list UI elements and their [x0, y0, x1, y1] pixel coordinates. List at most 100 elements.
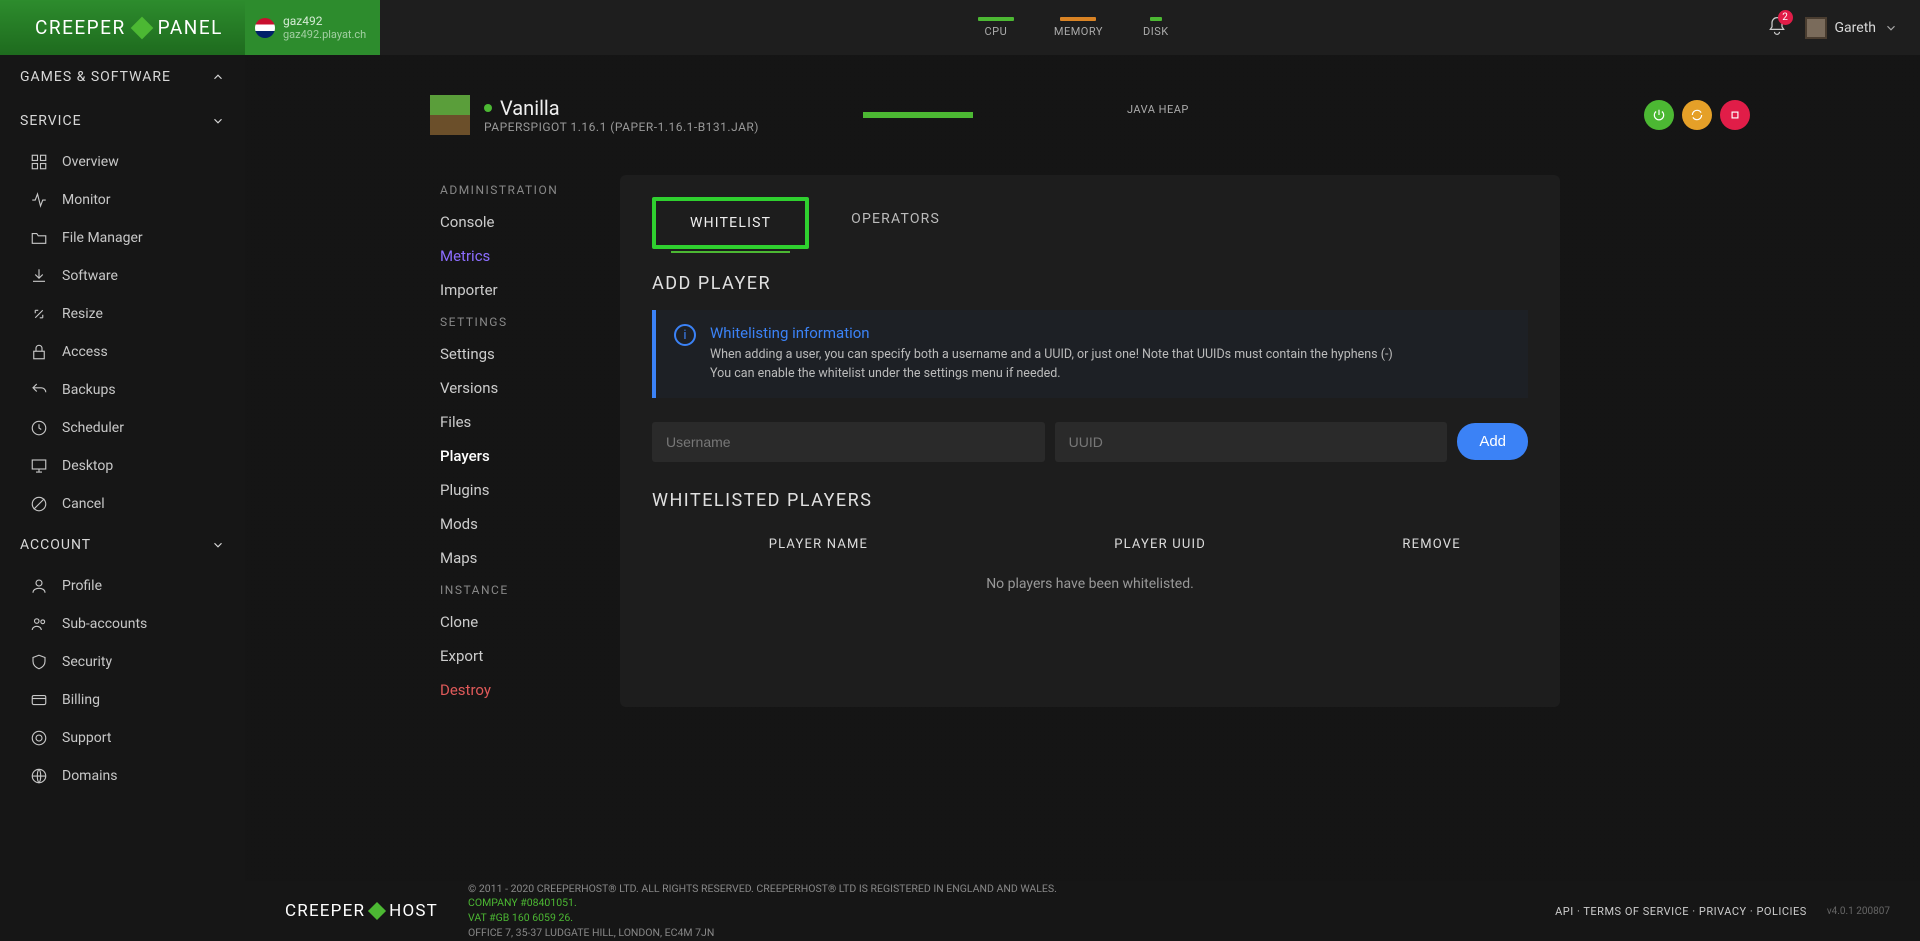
user-menu[interactable]: Gareth — [1805, 17, 1898, 39]
server-stop-button[interactable] — [1720, 100, 1750, 130]
sidebar-section-service[interactable]: SERVICE — [0, 99, 245, 143]
server-header: Vanilla PAPERSPIGOT 1.16.1 (PAPER-1.16.1… — [430, 95, 1920, 135]
footer-logo[interactable]: CREEPER HOST — [285, 901, 438, 921]
logo-left: CREEPER — [35, 16, 126, 39]
submenu-item-export[interactable]: Export — [430, 639, 610, 673]
sidebar-item-billing[interactable]: Billing — [0, 681, 245, 719]
shield-icon — [30, 653, 48, 671]
top-metrics: CPU MEMORY DISK — [380, 0, 1767, 55]
whitelist-info-box: i Whitelisting information When adding a… — [652, 310, 1528, 398]
sidebar-item-software[interactable]: Software — [0, 257, 245, 295]
server-start-button[interactable] — [1644, 100, 1674, 130]
info-line1: When adding a user, you can specify both… — [710, 346, 1393, 365]
avatar-icon — [1805, 17, 1827, 39]
slash-icon — [30, 495, 48, 513]
sidebar-item-filemanager[interactable]: File Manager — [0, 219, 245, 257]
sidebar-item-cancel[interactable]: Cancel — [0, 485, 245, 523]
status-dot-icon — [484, 104, 492, 112]
sidebar-item-subaccounts[interactable]: Sub-accounts — [0, 605, 245, 643]
sidebar-item-domains[interactable]: Domains — [0, 757, 245, 795]
logo-right: PANEL — [158, 16, 223, 39]
submenu-item-clone[interactable]: Clone — [430, 605, 610, 639]
submenu-item-console[interactable]: Console — [430, 205, 610, 239]
user-icon — [30, 577, 48, 595]
activity-icon — [30, 191, 48, 209]
tabs: WHITELIST OPERATORS — [652, 197, 1528, 249]
sidebar-item-desktop[interactable]: Desktop — [0, 447, 245, 485]
topbar: CREEPER PANEL gaz492 gaz492.playat.ch CP… — [0, 0, 1920, 55]
chevron-down-icon — [211, 114, 225, 128]
submenu-item-maps[interactable]: Maps — [430, 541, 610, 575]
add-player-row: Add — [652, 422, 1528, 462]
footer-link-privacy[interactable]: PRIVACY — [1699, 905, 1747, 918]
sidebar-section-account[interactable]: ACCOUNT — [0, 523, 245, 567]
folder-icon — [30, 229, 48, 247]
server-badge-name: gaz492 — [283, 14, 366, 28]
footer-link-api[interactable]: API — [1555, 905, 1574, 918]
footer-link-policies[interactable]: POLICIES — [1756, 905, 1806, 918]
topbar-right: 2 Gareth — [1767, 0, 1920, 55]
clock-icon — [30, 419, 48, 437]
sidebar-item-profile[interactable]: Profile — [0, 567, 245, 605]
chevron-down-icon — [211, 538, 225, 552]
lock-icon — [30, 343, 48, 361]
sidebar-item-scheduler[interactable]: Scheduler — [0, 409, 245, 447]
sidebar-item-monitor[interactable]: Monitor — [0, 181, 245, 219]
tab-operators[interactable]: OPERATORS — [817, 197, 974, 249]
footer-link-tos[interactable]: TERMS OF SERVICE — [1583, 905, 1689, 918]
submenu-item-files[interactable]: Files — [430, 405, 610, 439]
add-button[interactable]: Add — [1457, 423, 1528, 460]
submenu-item-settings[interactable]: Settings — [430, 337, 610, 371]
uuid-input[interactable] — [1055, 422, 1448, 462]
chevron-down-icon — [1884, 21, 1898, 35]
submenu-item-plugins[interactable]: Plugins — [430, 473, 610, 507]
memory-bar — [1060, 17, 1096, 21]
footer-links: API · TERMS OF SERVICE · PRIVACY · POLIC… — [1555, 905, 1807, 918]
main: Vanilla PAPERSPIGOT 1.16.1 (PAPER-1.16.1… — [245, 55, 1920, 941]
info-line2: You can enable the whitelist under the s… — [710, 365, 1393, 384]
server-badge[interactable]: gaz492 gaz492.playat.ch — [245, 0, 380, 55]
submenu-item-players[interactable]: Players — [430, 439, 610, 473]
metric-disk[interactable]: DISK — [1143, 17, 1169, 38]
th-player-uuid: PLAYER UUID — [985, 537, 1335, 552]
info-icon: i — [674, 324, 696, 346]
whitelist-table-headers: PLAYER NAME PLAYER UUID REMOVE — [652, 527, 1528, 562]
sidebar-item-resize[interactable]: Resize — [0, 295, 245, 333]
sidebar-item-security[interactable]: Security — [0, 643, 245, 681]
info-title: Whitelisting information — [710, 324, 1393, 342]
java-heap-block — [863, 112, 973, 118]
sidebar: GAMES & SOFTWARE SERVICE Overview Monito… — [0, 55, 245, 941]
power-icon — [1652, 108, 1666, 122]
tab-whitelist[interactable]: WHITELIST — [652, 197, 809, 249]
download-icon — [30, 267, 48, 285]
heap-bar — [863, 112, 973, 118]
cpu-bar — [978, 17, 1014, 21]
metric-memory[interactable]: MEMORY — [1054, 17, 1103, 38]
submenu: ADMINISTRATION Console Metrics Importer … — [430, 175, 610, 707]
sidebar-item-support[interactable]: Support — [0, 719, 245, 757]
sidebar-section-games[interactable]: GAMES & SOFTWARE — [0, 55, 245, 99]
sidebar-item-access[interactable]: Access — [0, 333, 245, 371]
footer-text: © 2011 - 2020 CREEPERHOST® LTD. ALL RIGH… — [468, 882, 1057, 941]
server-restart-button[interactable] — [1682, 100, 1712, 130]
logo-cube-icon — [130, 16, 153, 39]
submenu-item-versions[interactable]: Versions — [430, 371, 610, 405]
submenu-item-destroy[interactable]: Destroy — [430, 673, 610, 707]
submenu-item-importer[interactable]: Importer — [430, 273, 610, 307]
refresh-icon — [1690, 108, 1704, 122]
username-label: Gareth — [1835, 20, 1876, 36]
username-input[interactable] — [652, 422, 1045, 462]
server-subtitle: PAPERSPIGOT 1.16.1 (PAPER-1.16.1-B131.JA… — [484, 120, 759, 134]
resize-icon — [30, 305, 48, 323]
submenu-item-metrics[interactable]: Metrics — [430, 239, 610, 273]
chevron-up-icon — [211, 70, 225, 84]
sidebar-item-overview[interactable]: Overview — [0, 143, 245, 181]
metric-cpu[interactable]: CPU — [978, 17, 1014, 38]
card-icon — [30, 691, 48, 709]
brand-logo[interactable]: CREEPER PANEL — [0, 0, 245, 55]
submenu-item-mods[interactable]: Mods — [430, 507, 610, 541]
sidebar-item-backups[interactable]: Backups — [0, 371, 245, 409]
notifications-button[interactable]: 2 — [1767, 16, 1787, 40]
globe-icon — [30, 767, 48, 785]
th-remove: REMOVE — [1335, 537, 1528, 552]
